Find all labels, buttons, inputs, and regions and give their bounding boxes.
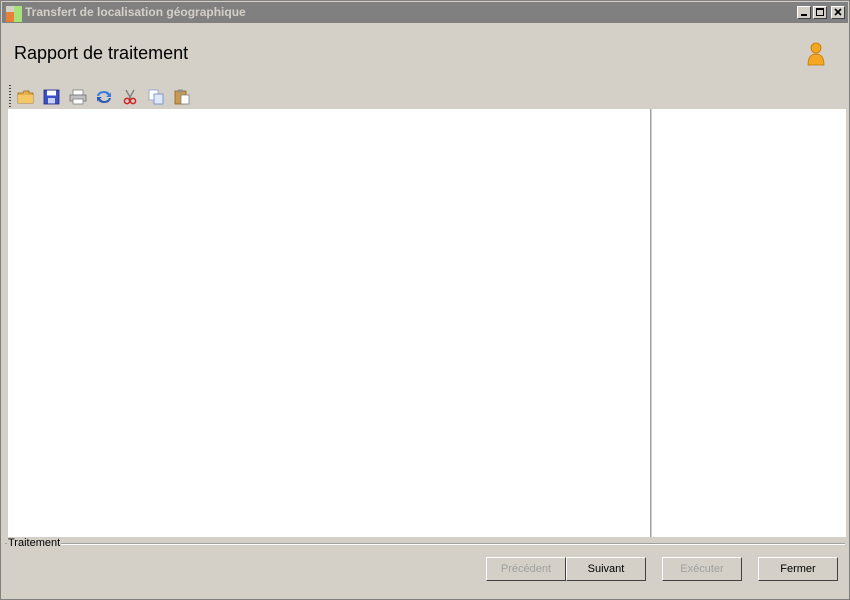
toolbar-grip[interactable] [9, 85, 11, 109]
title-bar[interactable]: Transfert de localisation géographique [2, 2, 848, 23]
open-folder-icon [17, 90, 34, 104]
window-title: Transfert de localisation géographique [25, 5, 246, 19]
close-button[interactable]: Fermer [758, 557, 838, 581]
header-area: Rapport de traitement [2, 23, 848, 83]
execute-button[interactable]: Exécuter [662, 557, 742, 581]
group-border [61, 543, 845, 545]
paste-button[interactable] [170, 87, 192, 109]
group-label: Traitement [7, 537, 62, 549]
minimize-button[interactable] [797, 6, 811, 19]
minimize-icon [801, 14, 807, 16]
paste-icon [174, 89, 190, 105]
report-panel[interactable] [8, 109, 651, 537]
open-button[interactable] [14, 87, 36, 109]
side-panel[interactable] [652, 109, 846, 537]
close-window-button[interactable] [831, 6, 845, 19]
copy-button[interactable] [144, 87, 166, 109]
refresh-button[interactable] [92, 87, 114, 109]
refresh-icon [97, 91, 111, 103]
page-title: Rapport de traitement [14, 43, 189, 63]
main-window: Transfert de localisation géographique R… [0, 0, 850, 600]
save-disk-icon [43, 89, 60, 105]
print-button[interactable] [66, 87, 88, 109]
cut-button[interactable] [118, 87, 140, 109]
copy-icon [148, 89, 164, 105]
maximize-button[interactable] [813, 6, 827, 19]
close-icon [834, 8, 842, 16]
previous-button[interactable]: Précédent [486, 557, 566, 581]
print-icon [69, 89, 87, 105]
app-icon [6, 6, 22, 22]
maximize-icon [816, 8, 824, 16]
cut-icon [123, 89, 137, 105]
user-icon [807, 42, 825, 66]
toolbar [8, 85, 845, 109]
next-button[interactable]: Suivant [566, 557, 646, 581]
save-button[interactable] [40, 87, 62, 109]
